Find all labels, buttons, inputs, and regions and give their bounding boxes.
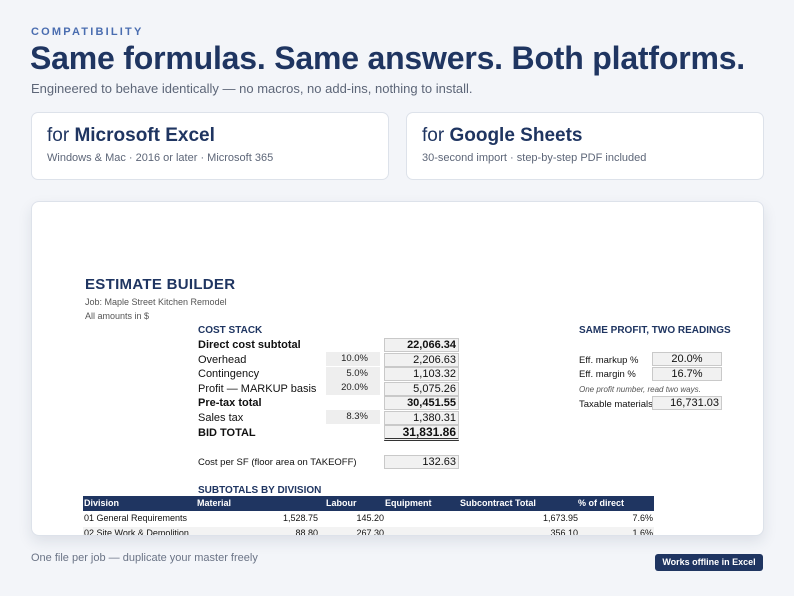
profit-note: One profit number, read two ways. — [579, 385, 701, 394]
taxable-value[interactable]: 16,731.03 — [652, 396, 722, 410]
cost-row-label: Pre-tax total — [198, 397, 262, 409]
markup-value[interactable]: 20.0% — [652, 352, 722, 366]
bid-total-label: BID TOTAL — [198, 427, 256, 439]
column-header: Division — [84, 498, 120, 508]
labour-cell: 145.20 — [356, 513, 384, 523]
cost-row-value[interactable]: 2,206.63 — [384, 353, 459, 367]
cost-stack-heading: COST STACK — [198, 325, 263, 336]
divisions-header-row: Division Material Labour Equipment Subco… — [83, 496, 654, 511]
percent-cell: 7.6% — [632, 513, 653, 523]
cost-row-label: Contingency — [198, 368, 260, 380]
subtotal-cell: 356.10 — [550, 528, 578, 536]
table-row[interactable]: 01 General Requirements 1,528.75 145.20 … — [83, 512, 654, 526]
subtotal-cell: 1,673.95 — [542, 513, 578, 523]
spreadsheet-preview: ESTIMATE BUILDER Job: Maple Street Kitch… — [31, 201, 764, 536]
percent-cell: 1.6% — [632, 528, 653, 536]
cost-row-value[interactable]: 5,075.26 — [384, 382, 459, 396]
bid-total-value[interactable]: 31,831.86 — [384, 425, 459, 441]
excel-card-title: for Microsoft Excel — [47, 125, 215, 146]
margin-value[interactable]: 16.7% — [652, 367, 722, 381]
column-header: Subcontract Total — [460, 498, 536, 508]
column-header: Labour — [326, 498, 357, 508]
eyebrow-label: COMPATIBILITY — [31, 26, 144, 38]
cost-row-label: Sales tax — [198, 412, 244, 424]
markup-label: Eff. markup % — [579, 355, 639, 366]
sheets-card-detail: 30-second import · step-by-step PDF incl… — [422, 152, 647, 164]
excel-card-detail: Windows & Mac · 2016 or later · Microsof… — [47, 152, 274, 164]
profit-heading: SAME PROFIT, TWO READINGS — [579, 325, 731, 336]
page-subtitle: Engineered to behave identically — no ma… — [31, 81, 473, 96]
cost-row-pct[interactable]: 5.0% — [326, 367, 380, 381]
taxable-label: Taxable materials — [579, 399, 653, 410]
excel-name: Microsoft Excel — [74, 125, 215, 146]
divisions-heading: SUBTOTALS BY DIVISION — [198, 485, 322, 496]
cost-row-label: Direct cost subtotal — [198, 339, 301, 351]
units-label: All amounts in $ — [85, 311, 150, 321]
material-cell: 88.80 — [295, 528, 318, 536]
division-name: 01 General Requirements — [84, 513, 188, 523]
sheets-name: Google Sheets — [449, 125, 583, 146]
cost-per-sf-label: Cost per SF (floor area on TAKEOFF) — [198, 457, 357, 468]
sheet-title: ESTIMATE BUILDER — [85, 276, 236, 293]
table-row[interactable]: 02 Site Work & Demolition 88.80 267.30 3… — [83, 527, 654, 536]
sheets-card: for Google Sheets 30-second import · ste… — [406, 112, 764, 180]
cost-row-value[interactable]: 1,380.31 — [384, 411, 459, 425]
cost-row-label: Profit — MARKUP basis — [198, 383, 317, 395]
column-header: Equipment — [385, 498, 432, 508]
footer-note: One file per job — duplicate your master… — [31, 552, 258, 564]
page-headline: Same formulas. Same answers. Both platfo… — [30, 40, 745, 76]
cost-row-pct[interactable]: 10.0% — [326, 352, 380, 366]
labour-cell: 267.30 — [356, 528, 384, 536]
offline-badge: Works offline in Excel — [655, 554, 763, 571]
cost-row-pct[interactable]: 20.0% — [326, 381, 380, 395]
cost-row-value[interactable]: 30,451.55 — [384, 396, 459, 410]
column-header: Material — [197, 498, 232, 508]
cost-per-sf-value[interactable]: 132.63 — [384, 455, 459, 469]
material-cell: 1,528.75 — [282, 513, 318, 523]
division-name: 02 Site Work & Demolition — [84, 528, 189, 536]
job-label: Job: Maple Street Kitchen Remodel — [85, 297, 227, 307]
cost-row-value[interactable]: 22,066.34 — [384, 338, 459, 352]
column-header: % of direct — [578, 498, 625, 508]
margin-label: Eff. margin % — [579, 369, 636, 380]
cost-row-pct[interactable]: 8.3% — [326, 410, 380, 424]
cost-row-value[interactable]: 1,103.32 — [384, 367, 459, 381]
sheets-card-title: for Google Sheets — [422, 125, 583, 146]
cost-row-label: Overhead — [198, 354, 247, 366]
excel-card: for Microsoft Excel Windows & Mac · 2016… — [31, 112, 389, 180]
